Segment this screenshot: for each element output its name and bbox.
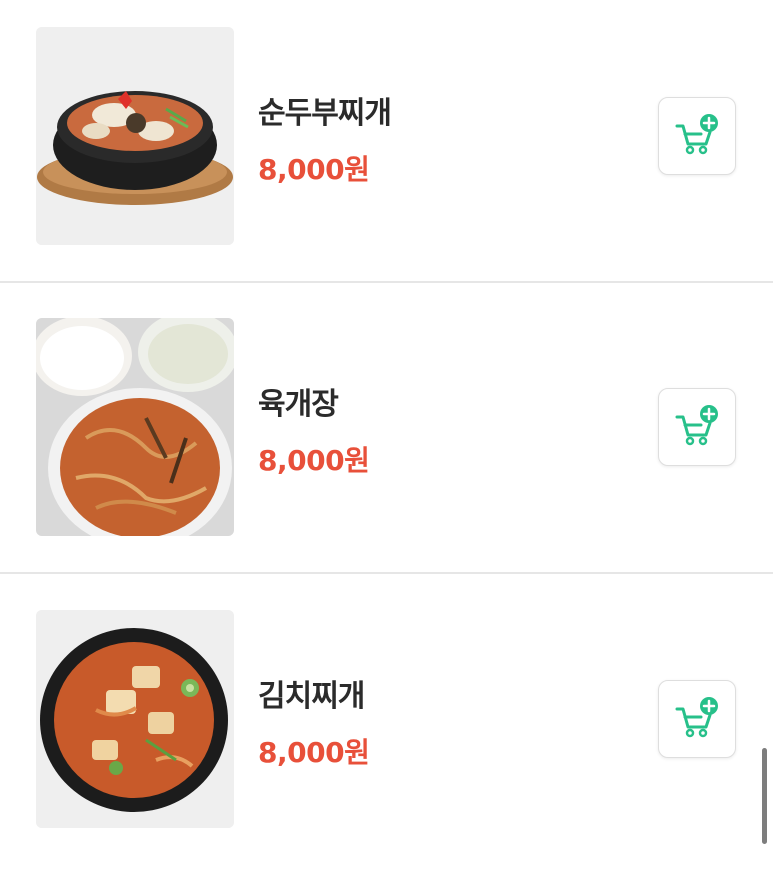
menu-item-name: 김치찌개	[258, 679, 365, 714]
divider	[0, 281, 773, 283]
menu-item-yukgaejang[interactable]: 육개장 8,000원	[0, 290, 773, 580]
food-image-kimchi	[36, 610, 234, 828]
add-to-cart-button[interactable]	[658, 388, 736, 466]
food-image-yukgaejang	[36, 318, 234, 536]
menu-item-price: 8,000원	[258, 153, 370, 186]
menu-item-price: 8,000원	[258, 444, 370, 477]
add-to-cart-icon	[675, 405, 718, 446]
add-to-cart-button[interactable]	[658, 97, 736, 175]
menu-item-sundubu[interactable]: 순두부찌개 8,000원	[0, 0, 773, 290]
add-to-cart-icon	[675, 114, 718, 155]
divider	[0, 572, 773, 574]
add-to-cart-icon	[675, 697, 718, 738]
menu-item-price: 8,000원	[258, 736, 370, 769]
menu-item-name: 순두부찌개	[258, 96, 392, 131]
menu-item-kimchi[interactable]: 김치찌개 8,000원	[0, 582, 773, 872]
scrollbar[interactable]	[762, 748, 767, 844]
menu-item-name: 육개장	[258, 387, 339, 422]
add-to-cart-button[interactable]	[658, 680, 736, 758]
food-image-sundubu	[36, 27, 234, 245]
